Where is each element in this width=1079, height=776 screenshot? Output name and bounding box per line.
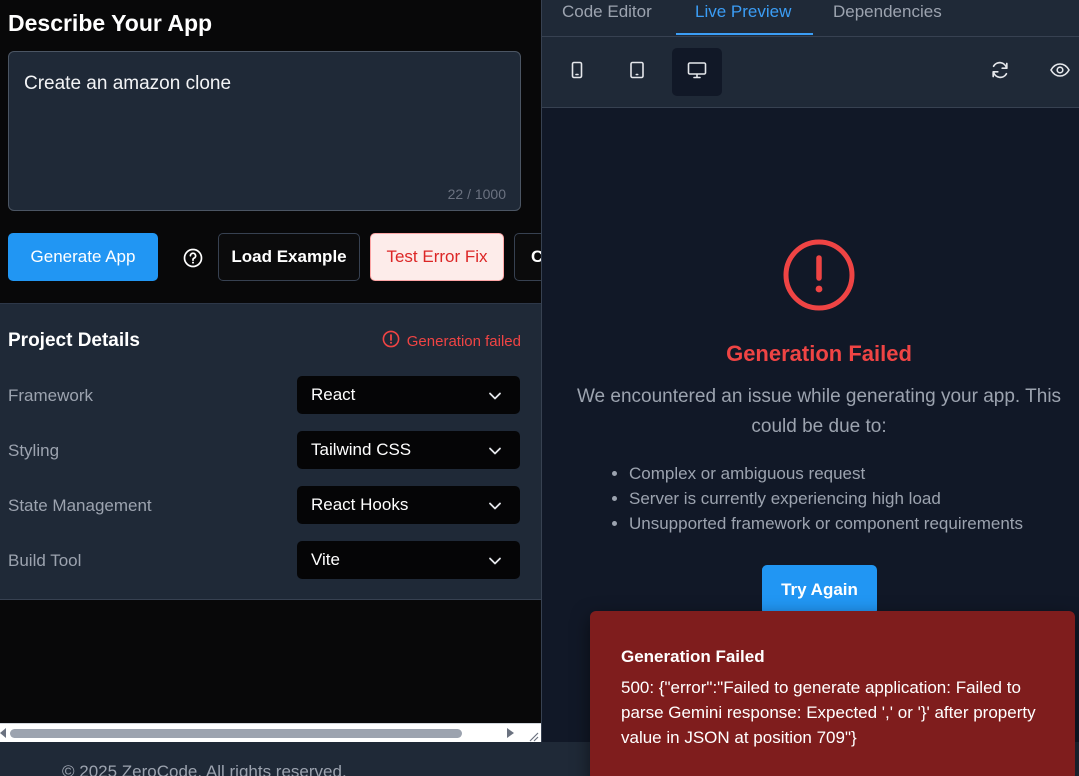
chevron-down-icon <box>488 443 502 457</box>
error-toast[interactable]: Generation Failed 500: {"error":"Failed … <box>590 611 1075 776</box>
build-tool-label: Build Tool <box>8 551 82 570</box>
project-details-panel: Project Details Generation failed Framew… <box>0 303 541 600</box>
status-badge: Generation failed <box>382 330 521 352</box>
question-circle-icon[interactable] <box>182 247 204 269</box>
refresh-icon <box>989 59 1011 86</box>
chevron-down-icon <box>488 388 502 402</box>
mobile-icon <box>567 60 587 85</box>
cut-off-button[interactable]: C <box>514 233 541 281</box>
preview-toolbar <box>542 37 1079 108</box>
generate-app-button[interactable]: Generate App <box>8 233 158 281</box>
error-reasons-list: Complex or ambiguous request Server is c… <box>629 461 1023 536</box>
framework-select[interactable]: React <box>297 376 520 414</box>
toast-message: 500: {"error":"Failed to generate applic… <box>621 678 1036 747</box>
chevron-down-icon <box>488 553 502 567</box>
prompt-text: Create an amazon clone <box>24 73 232 94</box>
tab-live-preview[interactable]: Live Preview <box>695 2 791 22</box>
styling-label: Styling <box>8 441 60 460</box>
framework-label: Framework <box>8 386 94 405</box>
tab-bar: Code Editor Live Preview Dependencies <box>542 0 1079 37</box>
list-item: Server is currently experiencing high lo… <box>629 486 1023 511</box>
mobile-view-button[interactable] <box>552 48 602 96</box>
list-item: Unsupported framework or component requi… <box>629 511 1023 536</box>
tablet-icon <box>627 60 647 85</box>
try-again-button[interactable]: Try Again <box>762 565 877 615</box>
tablet-view-button[interactable] <box>612 48 662 96</box>
left-panel: Describe Your App Create an amazon clone… <box>0 0 541 742</box>
eye-icon <box>1049 59 1071 86</box>
styling-select[interactable]: Tailwind CSS <box>297 431 520 469</box>
alert-circle-icon <box>382 330 400 352</box>
framework-value: React <box>311 385 356 404</box>
scroll-left-icon[interactable] <box>0 728 6 738</box>
state-management-select[interactable]: React Hooks <box>297 486 520 524</box>
describe-title: Describe Your App <box>8 10 213 36</box>
desktop-view-button[interactable] <box>672 48 722 96</box>
build-tool-value: Vite <box>311 550 340 569</box>
chevron-down-icon <box>488 498 502 512</box>
toast-title: Generation Failed <box>621 647 765 666</box>
char-count: 22 / 1000 <box>447 186 506 202</box>
project-details-title: Project Details <box>8 330 140 351</box>
preview-eye-button[interactable] <box>1035 48 1079 96</box>
state-management-value: React Hooks <box>311 495 409 514</box>
state-management-label: State Management <box>8 496 152 515</box>
styling-value: Tailwind CSS <box>311 440 412 459</box>
app-root: Describe Your App Create an amazon clone… <box>0 0 1079 776</box>
build-tool-select[interactable]: Vite <box>297 541 520 579</box>
error-title: Generation Failed <box>726 341 912 366</box>
test-error-fix-button[interactable]: Test Error Fix <box>370 233 504 281</box>
error-description: We encountered an issue while generating… <box>576 386 1062 437</box>
scrollbar-thumb[interactable] <box>10 729 462 738</box>
status-text: Generation failed <box>406 332 521 350</box>
scroll-right-icon[interactable] <box>507 728 514 738</box>
prompt-textarea[interactable]: Create an amazon clone 22 / 1000 <box>8 51 521 211</box>
resize-handle-icon[interactable] <box>527 729 539 742</box>
list-item: Complex or ambiguous request <box>629 461 1023 486</box>
tab-code-editor[interactable]: Code Editor <box>562 2 652 22</box>
refresh-button[interactable] <box>975 48 1025 96</box>
action-buttons: Generate App Load Example Test Error Fix… <box>8 233 541 283</box>
load-example-button[interactable]: Load Example <box>218 233 360 281</box>
horizontal-scrollbar[interactable] <box>0 723 541 742</box>
tab-dependencies[interactable]: Dependencies <box>833 2 942 22</box>
footer-copyright: © 2025 ZeroCode. All rights reserved. <box>62 762 347 776</box>
alert-circle-icon <box>782 238 856 312</box>
desktop-icon <box>686 60 708 85</box>
active-tab-indicator <box>676 33 813 35</box>
